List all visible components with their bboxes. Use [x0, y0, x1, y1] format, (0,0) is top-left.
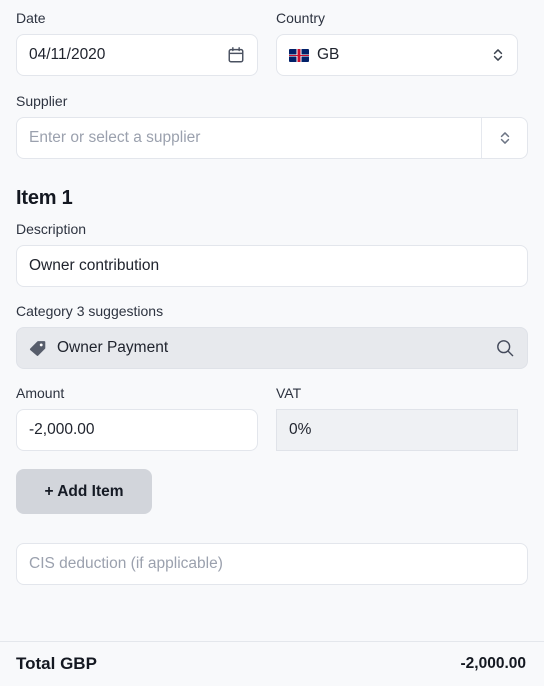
category-suggestion-content: Owner Payment: [28, 339, 168, 358]
date-country-row: Date 04/11/2020 Country GB: [16, 0, 528, 76]
cis-deduction-input[interactable]: CIS deduction (if applicable): [16, 543, 528, 585]
add-item-button[interactable]: + Add Item: [16, 469, 152, 514]
vat-value: 0%: [289, 421, 312, 438]
category-suggestion-item[interactable]: Owner Payment: [16, 327, 528, 369]
expense-entry-form: Date 04/11/2020 Country GB Supplier Ente…: [0, 0, 544, 686]
supplier-placeholder: Enter or select a supplier: [29, 129, 201, 146]
chevron-up-down-icon[interactable]: [491, 46, 505, 64]
country-value: GB: [317, 46, 340, 63]
date-input[interactable]: 04/11/2020: [16, 34, 258, 76]
category-suggestions-group: Category 3 suggestions Owner Payment: [16, 303, 528, 369]
description-input[interactable]: Owner contribution: [16, 245, 528, 287]
vat-input[interactable]: 0%: [276, 409, 518, 451]
amount-field-group: Amount -2,000.00: [16, 385, 258, 451]
supplier-input[interactable]: Enter or select a supplier: [17, 118, 481, 158]
vat-label: VAT: [276, 385, 302, 401]
description-value: Owner contribution: [29, 257, 160, 274]
item-heading: Item 1: [16, 187, 73, 209]
date-value: 04/11/2020: [29, 46, 106, 63]
supplier-dropdown-button[interactable]: [481, 118, 527, 158]
total-label: Total GBP: [16, 654, 97, 673]
amount-label: Amount: [16, 385, 65, 401]
total-bar: Total GBP -2,000.00: [0, 641, 544, 686]
country-select[interactable]: GB: [276, 34, 518, 76]
supplier-field-group: Supplier Enter or select a supplier: [16, 93, 528, 159]
amount-value: -2,000.00: [29, 421, 95, 438]
search-icon[interactable]: [495, 338, 515, 358]
chevron-up-down-icon: [500, 132, 509, 144]
supplier-label: Supplier: [16, 93, 68, 109]
date-field-group: Date 04/11/2020: [16, 10, 258, 76]
gb-flag-icon: [289, 48, 309, 62]
calendar-icon[interactable]: [227, 46, 245, 64]
amount-vat-row: Amount -2,000.00 VAT 0%: [16, 385, 528, 451]
amount-input[interactable]: -2,000.00: [16, 409, 258, 451]
vat-field-group: VAT 0%: [276, 385, 518, 451]
date-label: Date: [16, 10, 46, 26]
country-label: Country: [276, 10, 326, 26]
supplier-combobox[interactable]: Enter or select a supplier: [16, 117, 528, 159]
description-field-group: Description Owner contribution: [16, 221, 528, 287]
total-value: -2,000.00: [460, 655, 527, 672]
tag-icon: [29, 340, 46, 356]
category-suggestions-label: Category 3 suggestions: [16, 303, 164, 319]
category-suggestion-text: Owner Payment: [57, 339, 169, 356]
cis-deduction-placeholder: CIS deduction (if applicable): [29, 555, 223, 572]
description-label: Description: [16, 221, 87, 237]
country-value-wrap: GB: [289, 46, 339, 64]
country-field-group: Country GB: [276, 10, 518, 76]
